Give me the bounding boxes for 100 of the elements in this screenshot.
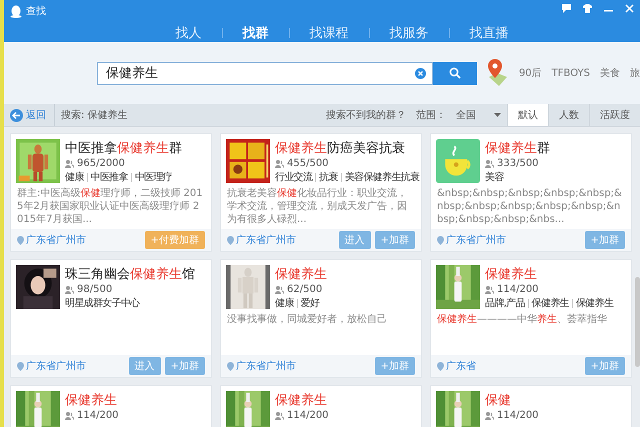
join-button[interactable]: +加群 [374,357,415,375]
group-card[interactable]: 保健养生群 333/500 美容 &nbsp;&nbsp;&nbsp;&nbsp;&nbsp;&nbsp;&nbsp;&nbsp;&nbsp;&nbsp;&nbsp;&nbsp;&nbsp;&nbs... 广东省广州市 +加群 [430,133,632,252]
search-tab[interactable]: 找课程 [290,22,368,44]
group-tag: 美容 [485,170,504,184]
search-tab[interactable]: 找人 [156,22,222,44]
hot-word-link[interactable]: 90后 [518,66,542,80]
range-dropdown[interactable]: 全国 [456,108,501,122]
window-title: 查找 [26,4,46,18]
group-location: 广东省广州市 [236,360,296,373]
group-location: 广东省广州市 [236,234,296,247]
feedback-icon[interactable] [562,4,571,13]
search-tab[interactable]: 找服务 [370,22,448,44]
sort-tab[interactable]: 人数 [548,104,589,126]
group-card[interactable]: 保健养生 114/200 品牌,产品 保健养生 保健养生 保健养生————中华养生、荟萃指华 广东省 +加群 [430,259,632,378]
member-count: 455/500 [287,158,329,169]
group-tag: 品牌,产品 [485,296,525,310]
group-tag: 健康 [65,170,84,184]
enter-button[interactable]: 进入 [338,231,371,249]
group-location: 广东省广州市 [446,234,506,247]
search-tab[interactable]: 找直播 [450,22,528,44]
members-icon [65,412,74,420]
penguin-icon [10,4,22,18]
group-tag: 保健养生 [532,296,569,310]
member-count: 114/200 [77,410,119,421]
member-count: 98/500 [77,284,112,295]
group-name: 保健养生 [485,266,538,283]
group-tag: 明星成群女子中心 [65,296,140,310]
range-label: 范围： [416,108,446,122]
member-count: 965/2000 [77,158,125,169]
join-button[interactable]: +加群 [374,231,415,249]
group-description: 抗衰老美容保健化妆品行业：职业交流，学术交流，管理交流，别成天发广告，因为有很多人碌烈... [226,186,408,226]
search-button[interactable] [433,62,477,84]
member-count: 114/200 [287,410,329,421]
group-tag: 健康 [275,296,294,310]
group-description: 群主:中医高级保健理疗师，二级技师 2015年2月获国家职业认证中医高级理疗师 2015年7月获国... [16,186,204,226]
help-link[interactable]: 搜索不到我的群？ [326,108,406,122]
group-card[interactable]: 保健 114/200 [430,385,632,427]
members-icon [485,286,494,294]
members-icon [275,286,284,294]
group-name: 保健养生群 [485,140,550,157]
group-description: 保健养生————中华养生、荟萃指华 [436,312,608,326]
members-icon [485,160,494,168]
location-pin-icon [437,236,444,244]
members-icon [65,286,74,294]
location-pin-icon [227,362,234,370]
group-tag: 中医推拿 [90,170,128,184]
group-name: 保健养生 [65,392,118,409]
map-pin-icon[interactable] [486,59,509,87]
group-card[interactable]: 保健养生防癌美容抗衰 455/500 行业交流 抗衰 美容保健养生抗衰 抗衰老美容保健化妆品行业：职业交流，学术交流，管理交流，别成天发广告，因为有很多人碌烈... 广东省广州市 进入 +加群 [220,133,422,252]
members-icon [275,160,284,168]
caret-icon [494,113,501,117]
location-pin-icon [17,362,24,370]
close-icon[interactable] [625,4,634,13]
member-count: 62/500 [287,284,322,295]
hot-word-link[interactable]: TFBOYS [552,68,590,78]
group-name: 中医推拿保健养生群 [65,140,182,157]
members-icon [485,412,494,420]
search-field[interactable]: 保健养生 [97,62,434,84]
skin-icon[interactable] [583,4,592,13]
group-name: 保健 [485,392,512,409]
enter-button[interactable]: 进入 [128,357,161,375]
scrollbar-thumb[interactable] [635,277,640,367]
group-location: 广东省广州市 [26,234,86,247]
sort-tab[interactable]: 默认 [507,104,548,126]
members-icon [275,412,284,420]
group-tag: 行业交流 [275,170,312,184]
join-button[interactable]: +加群 [164,357,205,375]
join-button[interactable]: +加群 [584,231,625,249]
group-description: &nbsp;&nbsp;&nbsp;&nbsp;&nbsp;&nbsp;&nbsp;&nbsp;&nbsp;&nbsp;&nbsp;&nbsp;&nbsp;&nbs... [436,187,623,226]
search-query: 搜索: 保健养生 [61,108,128,122]
group-card[interactable]: 中医推拿保健养生群 965/2000 健康 中医推拿 中医理疗 群主:中医高级保健理疗师，二级技师 2015年2月获国家职业认证中医高级理疗师 2015年7月获国... 广东省广州市 +付费加群 [10,133,212,252]
join-button[interactable]: +加群 [584,357,625,375]
group-card[interactable]: 保健养生 62/500 健康 爱好 没事找事做，同城爱好者，放松自己 广东省广州市 +加群 [220,259,422,378]
search-icon [449,67,462,79]
group-location: 广东省广州市 [26,360,86,373]
hot-word-link[interactable]: 旅 [630,66,640,80]
members-icon [65,160,74,168]
location-pin-icon [17,236,24,244]
group-name: 保健养生 [275,266,327,283]
back-button[interactable]: 返回 [4,104,55,126]
group-card[interactable]: 保健养生 114/200 [10,385,212,427]
location-pin-icon [227,236,234,244]
group-tag: 保健养生 [576,296,614,310]
clear-icon[interactable] [415,68,426,78]
group-tag: 抗衰 [319,170,338,184]
hot-word-link[interactable]: 美食 [600,66,620,80]
group-name: 保健养生防癌美容抗衰 [275,140,406,157]
group-card[interactable]: 珠三角幽会保健养生馆 98/500 明星成群女子中心 广东省广州市 进入 +加群 [10,259,212,378]
member-count: 114/200 [497,410,539,421]
group-tag: 爱好 [300,296,320,310]
member-count: 114/200 [497,284,539,295]
group-tag: 美容保健养生抗衰 [344,170,420,184]
member-count: 333/500 [497,158,539,169]
search-input[interactable]: 保健养生 [104,64,416,82]
group-card[interactable]: 保健养生 114/200 [220,385,422,427]
sort-tab[interactable]: 活跃度 [589,104,640,126]
group-name: 珠三角幽会保健养生馆 [65,266,195,283]
group-name: 保健养生 [275,392,328,409]
back-arrow-icon [10,108,23,122]
group-description: 没事找事做，同城爱好者，放松自己 [226,312,388,326]
